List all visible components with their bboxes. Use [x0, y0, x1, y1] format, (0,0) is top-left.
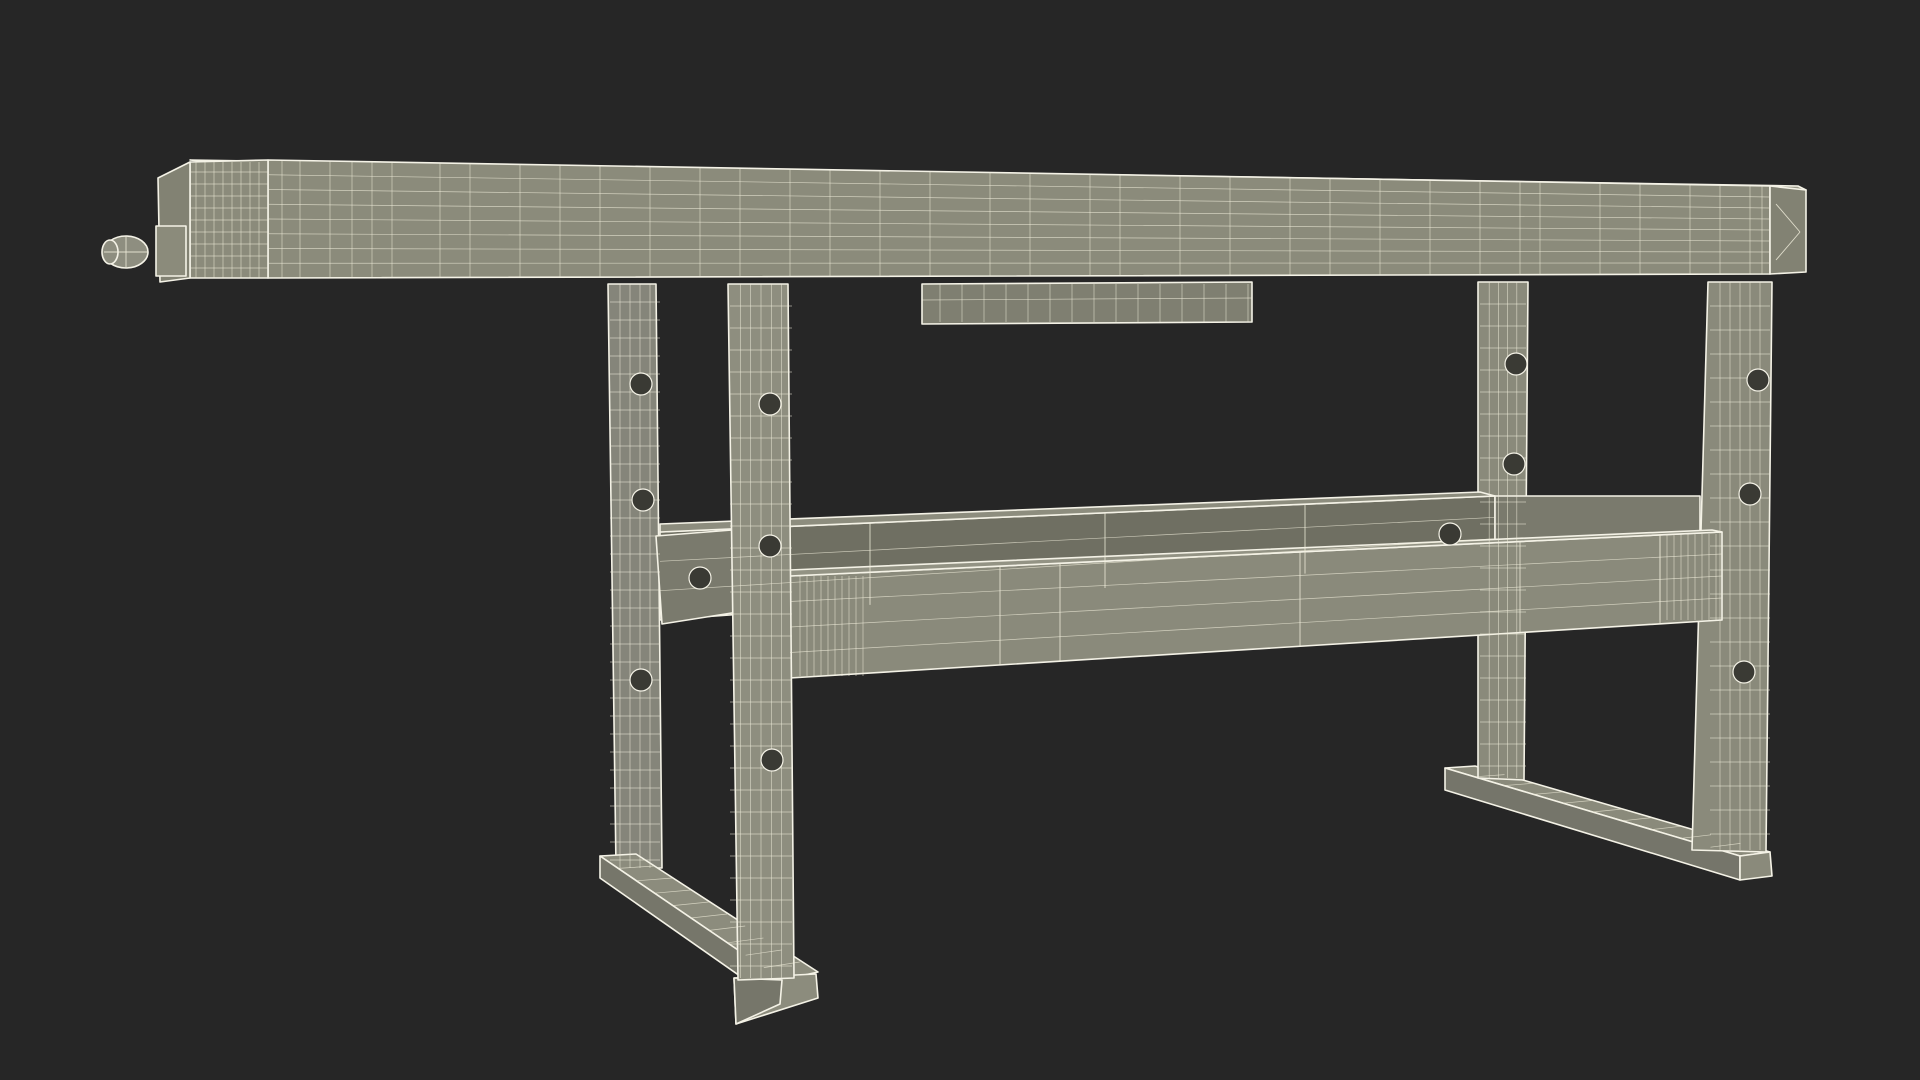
bolt-head: [629, 372, 653, 396]
bolt-head: [758, 392, 782, 416]
bench-top: [157, 159, 1807, 283]
bolt-head: [688, 566, 712, 590]
bolt-head: [760, 748, 784, 772]
bolt-head: [1738, 482, 1762, 506]
vise-screw: [101, 225, 187, 277]
bolt-head: [758, 534, 782, 558]
bolt-head: [1504, 352, 1528, 376]
bolt-head: [629, 668, 653, 692]
back-left-leg: [607, 283, 663, 869]
bolt-head: [1746, 368, 1770, 392]
bolt-head: [631, 488, 655, 512]
render-viewport: [0, 0, 1920, 1080]
bolt-head: [1502, 452, 1526, 476]
bolt-head: [1438, 522, 1462, 546]
bolt-head: [1732, 660, 1756, 684]
workbench-wireframe: [101, 159, 1807, 1025]
bench-drawer: [921, 281, 1253, 325]
